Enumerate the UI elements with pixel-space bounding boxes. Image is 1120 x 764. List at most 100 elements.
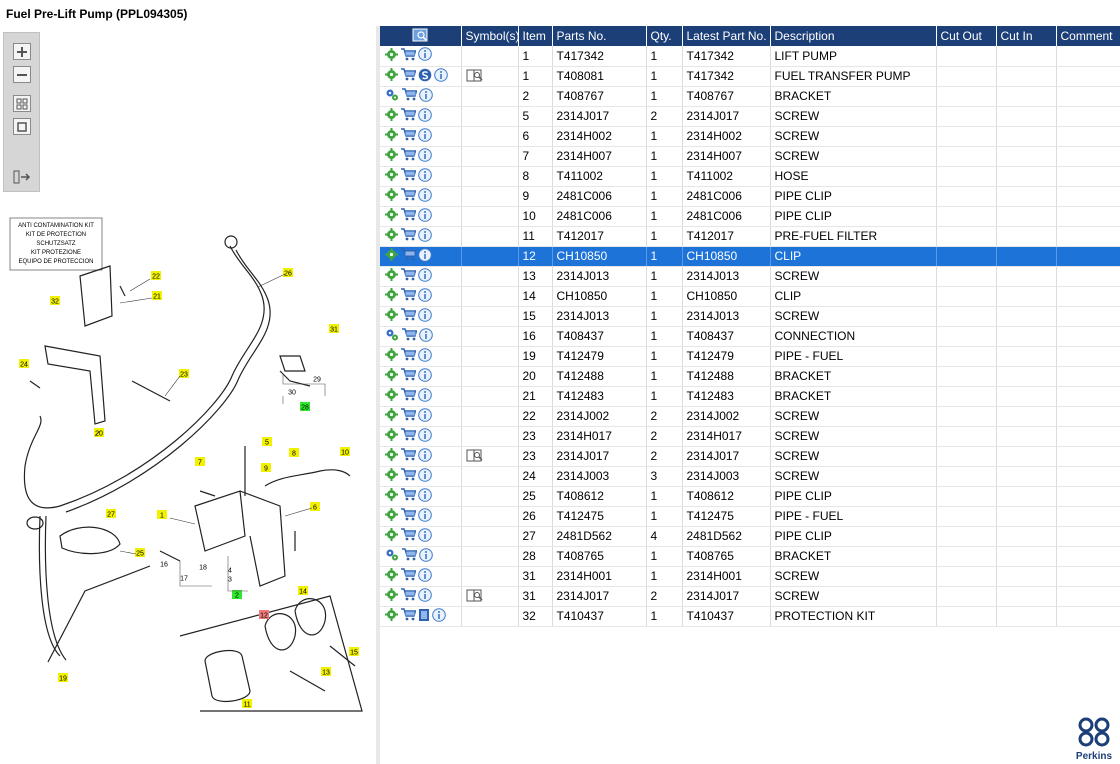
gears-icon[interactable] — [385, 88, 399, 104]
cart-icon[interactable] — [400, 248, 417, 264]
illustration-book-icon[interactable] — [466, 68, 484, 85]
illustration-book-icon[interactable] — [466, 448, 484, 465]
cart-icon[interactable] — [400, 68, 417, 84]
callout-label[interactable]: 13 — [321, 667, 331, 677]
info-icon[interactable] — [418, 147, 432, 165]
gear-icon[interactable] — [385, 148, 398, 164]
fit-all-button[interactable] — [13, 95, 31, 112]
column-header-part-no[interactable]: Parts No. — [552, 26, 647, 46]
callout-label[interactable]: 2 — [232, 590, 242, 600]
cart-icon[interactable] — [401, 328, 418, 344]
info-icon[interactable] — [418, 407, 432, 425]
fit-window-button[interactable] — [13, 118, 31, 135]
callout-label[interactable]: 29 — [313, 377, 321, 384]
gear-icon[interactable] — [385, 428, 398, 444]
cart-icon[interactable] — [400, 428, 417, 444]
cart-icon[interactable] — [400, 268, 417, 284]
callout-label[interactable]: 5 — [262, 437, 272, 447]
table-row[interactable]: 25 T408612 1 T408612 PIPE CLIP — [380, 486, 1120, 507]
callout-label[interactable]: 17 — [180, 576, 188, 583]
gear-icon[interactable] — [385, 468, 398, 484]
gear-icon[interactable] — [385, 168, 398, 184]
callout-label[interactable]: 14 — [298, 586, 308, 596]
exploded-parts-diagram[interactable]: ANTI CONTAMINATION KIT KIT DE PROTECTION… — [0, 206, 376, 726]
cart-icon[interactable] — [400, 588, 417, 604]
cart-icon[interactable] — [400, 508, 417, 524]
callout-label[interactable]: 15 — [349, 647, 359, 657]
zoom-in-button[interactable] — [13, 43, 31, 60]
info-icon[interactable] — [418, 187, 432, 205]
callout-label[interactable]: 21 — [152, 291, 162, 301]
table-row[interactable]: 6 2314H002 1 2314H002 SCREW — [380, 126, 1120, 147]
table-row[interactable]: 26 T412475 1 T412475 PIPE - FUEL — [380, 506, 1120, 527]
gear-icon[interactable] — [385, 448, 398, 464]
cart-icon[interactable] — [400, 148, 417, 164]
cart-icon[interactable] — [400, 368, 417, 384]
table-row[interactable]: 27 2481D562 4 2481D562 PIPE CLIP — [380, 526, 1120, 547]
cart-icon[interactable] — [400, 108, 417, 124]
superseded-icon[interactable] — [418, 68, 432, 85]
table-row[interactable]: 24 2314J003 3 2314J003 SCREW — [380, 466, 1120, 487]
info-icon[interactable] — [434, 67, 448, 85]
table-row[interactable]: 22 2314J002 2 2314J002 SCREW — [380, 406, 1120, 427]
info-icon[interactable] — [419, 327, 433, 345]
info-icon[interactable] — [418, 387, 432, 405]
gear-icon[interactable] — [385, 248, 398, 264]
gear-icon[interactable] — [385, 308, 398, 324]
table-row[interactable]: 15 2314J013 1 2314J013 SCREW — [380, 306, 1120, 327]
gear-icon[interactable] — [385, 608, 398, 624]
table-row[interactable]: 5 2314J017 2 2314J017 SCREW — [380, 106, 1120, 127]
table-row[interactable]: 28 T408765 1 T408765 BRACKET — [380, 546, 1120, 567]
table-row[interactable]: 1 T417342 1 T417342 LIFT PUMP — [380, 46, 1120, 67]
callout-label[interactable]: 4 — [228, 568, 232, 575]
callout-label[interactable]: 10 — [340, 447, 350, 457]
export-button[interactable] — [13, 168, 31, 185]
info-icon[interactable] — [418, 347, 432, 365]
callout-label[interactable]: 25 — [135, 548, 145, 558]
callout-label[interactable]: 28 — [300, 402, 310, 412]
info-icon[interactable] — [418, 247, 432, 265]
gear-icon[interactable] — [385, 528, 398, 544]
table-row[interactable]: 19 T412479 1 T412479 PIPE - FUEL — [380, 346, 1120, 367]
cart-icon[interactable] — [400, 608, 417, 624]
callout-label[interactable]: 30 — [288, 390, 296, 397]
cart-icon[interactable] — [401, 88, 418, 104]
gears-icon[interactable] — [385, 548, 399, 564]
column-header-comment[interactable]: Comment — [1056, 26, 1120, 46]
info-icon[interactable] — [418, 307, 432, 325]
table-row[interactable]: 13 2314J013 1 2314J013 SCREW — [380, 266, 1120, 287]
cart-icon[interactable] — [400, 408, 417, 424]
info-icon[interactable] — [418, 267, 432, 285]
table-row[interactable]: 20 T412488 1 T412488 BRACKET — [380, 366, 1120, 387]
callout-label[interactable]: 16 — [160, 562, 168, 569]
table-row[interactable]: 32 T410437 1 T410437 PROTECTION KIT — [380, 606, 1120, 627]
gear-icon[interactable] — [385, 108, 398, 124]
table-row[interactable]: 21 T412483 1 T412483 BRACKET — [380, 386, 1120, 407]
cart-icon[interactable] — [400, 448, 417, 464]
cart-icon[interactable] — [400, 308, 417, 324]
gear-icon[interactable] — [385, 588, 398, 604]
table-row[interactable]: 1 T408081 1 T417342 FUEL TRANSFER PUMP — [380, 66, 1120, 87]
callout-label[interactable]: 19 — [58, 673, 68, 683]
info-icon[interactable] — [418, 47, 432, 64]
info-icon[interactable] — [418, 427, 432, 445]
callout-label[interactable]: 23 — [179, 369, 189, 379]
gear-icon[interactable] — [385, 348, 398, 364]
table-row[interactable]: 12 CH10850 1 CH10850 CLIP — [380, 246, 1120, 267]
cart-icon[interactable] — [400, 128, 417, 144]
column-header-item[interactable]: Item — [518, 26, 553, 46]
callout-label[interactable]: 27 — [106, 509, 116, 519]
info-icon[interactable] — [418, 527, 432, 545]
info-icon[interactable] — [418, 227, 432, 245]
diagram-panel[interactable]: ANTI CONTAMINATION KIT KIT DE PROTECTION… — [0, 26, 376, 764]
callout-label[interactable]: 1 — [157, 510, 167, 520]
info-icon[interactable] — [418, 507, 432, 525]
table-row[interactable]: 8 T411002 1 T411002 HOSE — [380, 166, 1120, 187]
zoom-out-button[interactable] — [13, 66, 31, 83]
gear-icon[interactable] — [385, 188, 398, 204]
table-row[interactable]: 16 T408437 1 T408437 CONNECTION — [380, 326, 1120, 347]
info-icon[interactable] — [419, 547, 433, 565]
callout-label[interactable]: 3 — [228, 577, 232, 584]
callout-label[interactable]: 12 — [259, 610, 269, 620]
info-icon[interactable] — [418, 467, 432, 485]
